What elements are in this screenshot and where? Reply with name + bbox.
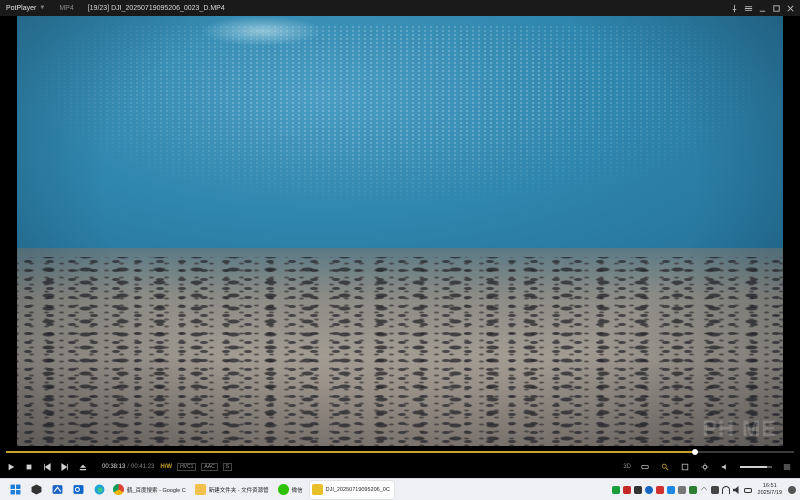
- 3d-mode-button[interactable]: 3D: [623, 464, 631, 470]
- vr-icon: [641, 465, 649, 469]
- playlist-button[interactable]: [778, 458, 796, 476]
- app-menu-button[interactable]: PotPlayer ▼: [0, 5, 45, 12]
- taskbar-app-wechat[interactable]: 微信: [276, 481, 307, 499]
- maximize-icon[interactable]: [771, 3, 782, 14]
- video-vignette: [17, 16, 783, 446]
- app-cube-icon[interactable]: [27, 481, 45, 499]
- volume-level: [740, 466, 768, 468]
- tray-app-blue-icon[interactable]: [666, 486, 675, 494]
- chevron-up-icon[interactable]: [700, 486, 707, 494]
- wifi-icon[interactable]: [721, 486, 730, 494]
- play-button[interactable]: [2, 458, 20, 476]
- control-bar: 00:38:13 / 00:41:23 H/W HVC1 AAC S 3D: [0, 456, 800, 478]
- app-name: PotPlayer: [6, 4, 37, 12]
- seek-progress: [6, 451, 695, 453]
- format-label: MP4: [59, 4, 74, 12]
- search-icon: [661, 463, 669, 471]
- speaker-icon: [721, 464, 726, 470]
- menu-icon[interactable]: [743, 3, 754, 14]
- taskbar-app-label: 微信: [291, 487, 303, 494]
- total-time: 00:41:23: [131, 464, 155, 470]
- eject-button[interactable]: [74, 458, 92, 476]
- edge-icon[interactable]: [90, 481, 108, 499]
- tray-app-red2-icon[interactable]: [655, 486, 664, 494]
- control-bar-right: 3D: [620, 456, 796, 478]
- audio-codec-badge[interactable]: AAC: [201, 463, 218, 471]
- wechat-icon: [277, 484, 289, 495]
- subtitle-badge[interactable]: S: [222, 463, 233, 471]
- skip-forward-icon: [61, 463, 68, 471]
- app-blue-icon[interactable]: [48, 481, 66, 499]
- time-separator: /: [127, 464, 130, 470]
- gear-icon: [701, 463, 709, 471]
- taskbar-app-potplayer[interactable]: DJI_20250719095206_0C: [309, 480, 394, 499]
- taskbar-clock[interactable]: 16:51 2025/7/19: [758, 483, 782, 497]
- system-tray: 16:51 2025/7/19: [611, 479, 796, 500]
- tray-app-red-icon[interactable]: [622, 486, 631, 494]
- settings-button[interactable]: [696, 458, 714, 476]
- watermark: PH ME: [702, 416, 777, 441]
- ime-icon[interactable]: [710, 486, 719, 494]
- search-button[interactable]: [656, 458, 674, 476]
- tray-app-green-icon[interactable]: [611, 486, 620, 494]
- seek-handle[interactable]: [691, 449, 698, 455]
- taskbar-app-explorer[interactable]: 新建文件夹 - 文件资源管: [193, 481, 273, 499]
- next-button[interactable]: [56, 458, 74, 476]
- taskbar-app-chrome[interactable]: 鹤_百度搜索 - Google C: [111, 481, 190, 499]
- chevron-down-icon: ▼: [39, 5, 46, 11]
- skip-back-icon: [44, 463, 51, 471]
- minimize-icon[interactable]: [757, 3, 768, 14]
- volume-slider[interactable]: [740, 466, 772, 468]
- chrome-icon: [113, 484, 124, 495]
- outlook-icon[interactable]: [69, 481, 87, 499]
- video-codec-badge[interactable]: HVC1: [177, 463, 197, 471]
- close-icon[interactable]: [785, 3, 796, 14]
- window-controls: [729, 0, 796, 16]
- bluetooth-icon[interactable]: [644, 486, 653, 494]
- taskbar-app-label: 新建文件夹 - 文件资源管: [208, 487, 269, 494]
- taskbar: 鹤_百度搜索 - Google C 新建文件夹 - 文件资源管 微信 DJI_2…: [0, 478, 800, 500]
- clock-time: 16:51: [762, 483, 777, 489]
- clock-date: 2025/7/19: [757, 490, 782, 496]
- mute-button[interactable]: [716, 458, 734, 476]
- battery-icon[interactable]: [743, 487, 752, 493]
- eject-icon: [79, 464, 87, 471]
- previous-button[interactable]: [38, 458, 56, 476]
- video-canvas[interactable]: PH ME: [17, 16, 783, 446]
- taskbar-app-label: DJI_20250719095206_0C: [325, 486, 390, 493]
- capture-button[interactable]: [676, 458, 694, 476]
- pin-icon[interactable]: [729, 3, 740, 14]
- taskbar-app-label: 鹤_百度搜索 - Google C: [127, 487, 186, 494]
- windows-start-icon[interactable]: [6, 481, 24, 499]
- current-time: 00:38:13: [102, 464, 126, 470]
- frame-icon: [681, 463, 689, 471]
- title-bar: PotPlayer ▼ MP4 [19/23] DJI_202507190952…: [0, 0, 800, 16]
- seek-bar[interactable]: [6, 449, 794, 455]
- tray-app-gray-icon[interactable]: [677, 486, 686, 494]
- vr-button[interactable]: [636, 458, 654, 476]
- hw-decode-badge[interactable]: H/W: [160, 464, 172, 470]
- speaker-tray-icon[interactable]: [732, 486, 739, 494]
- stop-icon: [26, 464, 32, 470]
- play-icon: [8, 463, 15, 471]
- tray-app-green2-icon[interactable]: [688, 486, 697, 494]
- tray-app-dark-icon[interactable]: [633, 486, 642, 494]
- list-icon: [783, 464, 791, 470]
- notification-icon[interactable]: [788, 486, 796, 494]
- stop-button[interactable]: [20, 458, 38, 476]
- folder-icon: [194, 484, 206, 495]
- potplayer-icon: [311, 484, 323, 495]
- file-title: [19/23] DJI_20250719095206_0023_D.MP4: [87, 4, 225, 12]
